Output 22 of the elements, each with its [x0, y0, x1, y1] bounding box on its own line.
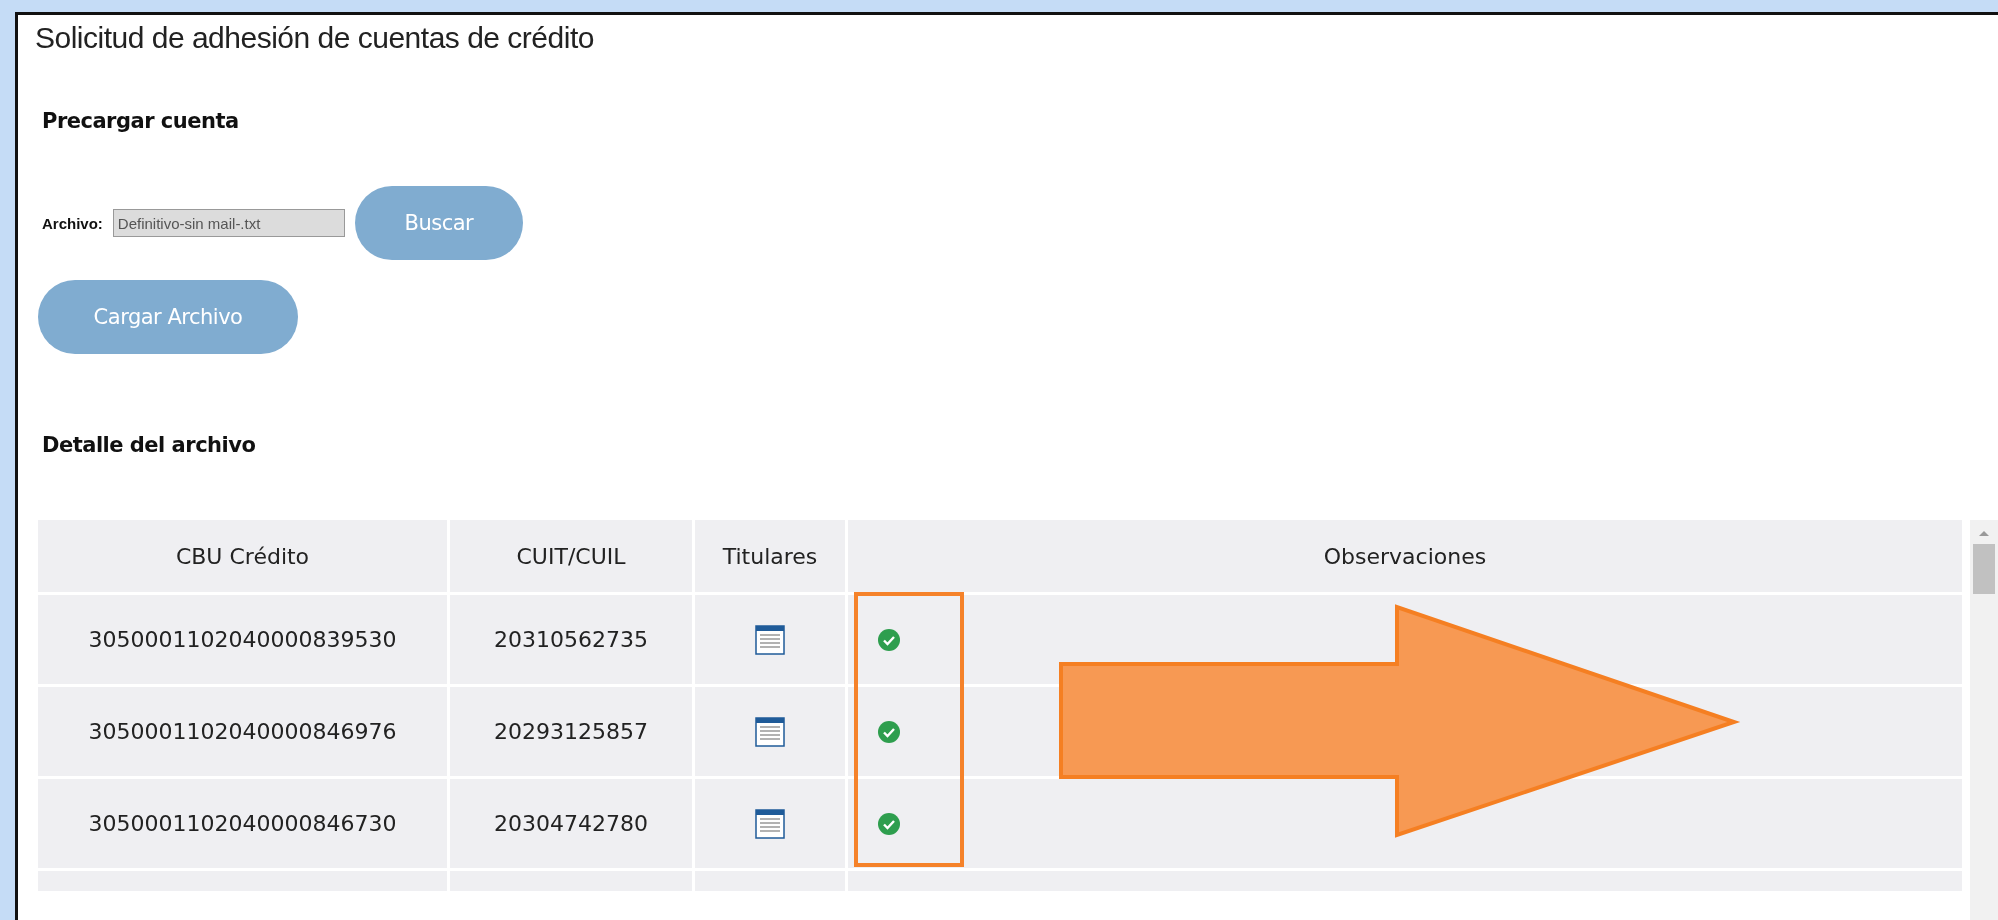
section-heading: Precargar cuenta [42, 108, 240, 133]
table-cell: 3050001102040000846976 [38, 687, 447, 776]
file-label: Archivo: [42, 214, 103, 232]
file-field[interactable]: Definitivo-sin mail-.txt [112, 209, 345, 238]
table-cell: 20293125857 [450, 687, 692, 776]
table-cell: 20310562735 [450, 595, 692, 684]
page-title: Solicitud de adhesión de cuentas de crédito [35, 21, 595, 55]
column-header: Titulares [695, 520, 845, 592]
table-cell: 3050001102040000839530 [38, 595, 447, 684]
column-header: CBU Crédito [38, 520, 447, 592]
scrollbar-thumb[interactable] [1973, 544, 1995, 594]
column-header: Observaciones [848, 520, 1962, 592]
column-header: CUIT/CUIL [450, 520, 692, 592]
table-cell: 20304742780 [450, 779, 692, 868]
scrollbar[interactable] [1970, 520, 1998, 920]
document-list-icon[interactable] [755, 624, 785, 655]
document-list-icon[interactable] [755, 716, 785, 747]
table-cell: 3050001102040000846730 [38, 779, 447, 868]
document-list-icon[interactable] [755, 808, 785, 839]
load-file-button[interactable]: Cargar Archivo [38, 279, 298, 354]
browse-button[interactable]: Buscar [354, 186, 523, 261]
section-heading: Detalle del archivo [42, 433, 257, 458]
